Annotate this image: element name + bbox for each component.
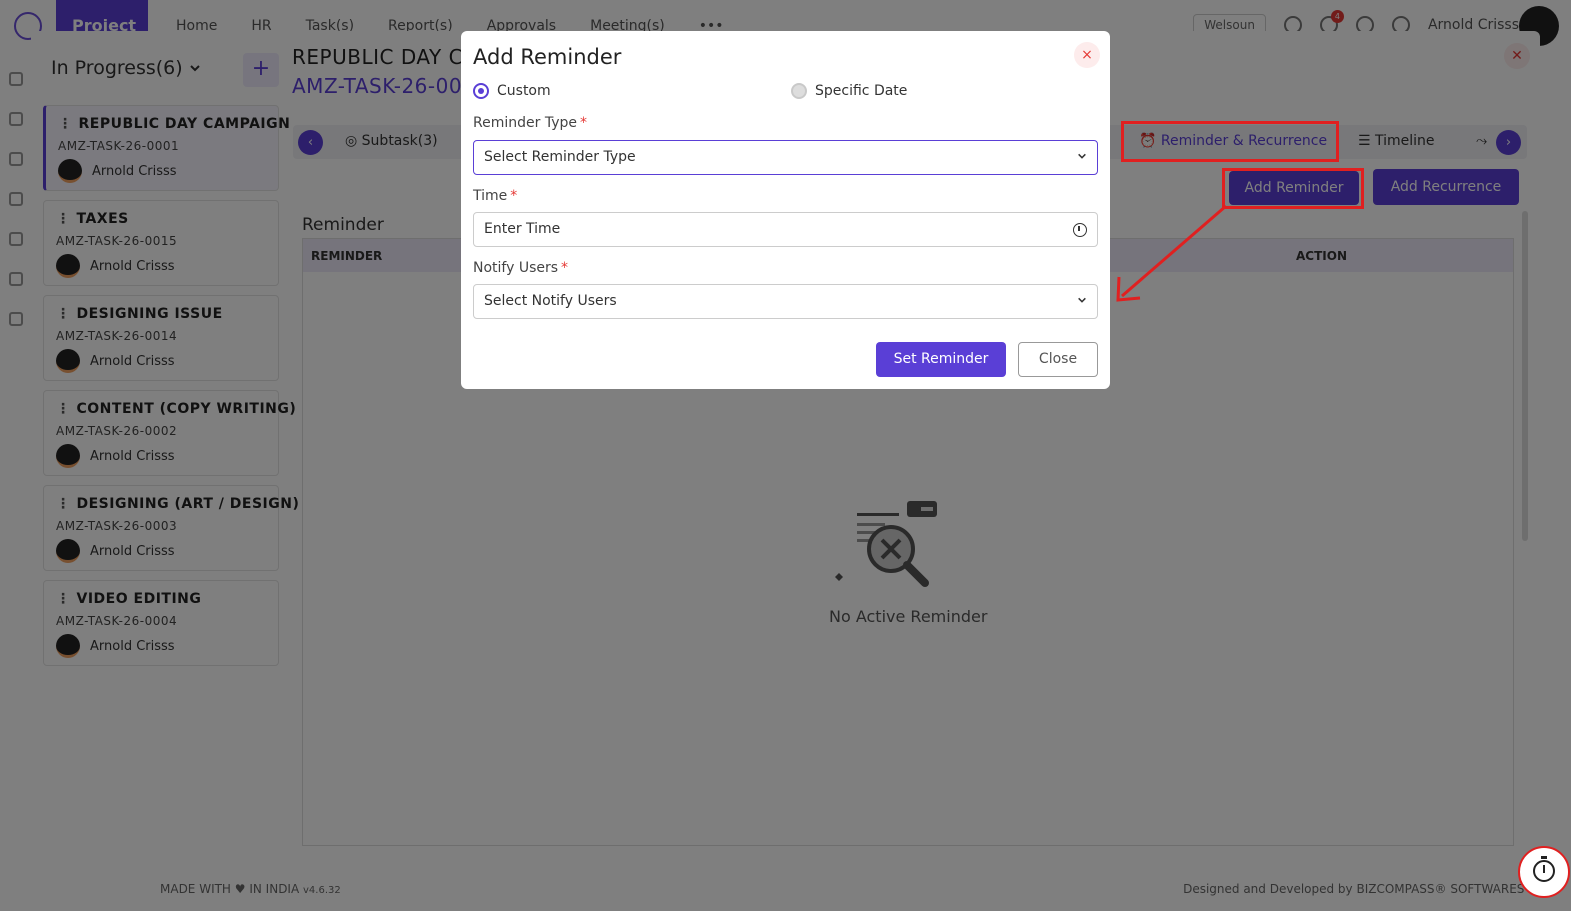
reminder-type-select[interactable]: Select Reminder Type [473, 140, 1098, 175]
radio-specific-date-label: Specific Date [815, 83, 908, 99]
chevron-down-icon [1078, 297, 1086, 303]
radio-custom[interactable]: Custom [473, 83, 551, 99]
radio-button[interactable] [791, 83, 807, 99]
radio-custom-label: Custom [497, 83, 551, 99]
time-input[interactable]: Enter Time [473, 212, 1098, 247]
modal-title: Add Reminder [473, 45, 622, 69]
reminder-type-placeholder: Select Reminder Type [484, 149, 636, 165]
reminder-type-label: Reminder Type * [473, 115, 587, 131]
radio-button[interactable] [473, 83, 489, 99]
notify-users-label: Notify Users * [473, 260, 569, 276]
notify-users-select[interactable]: Select Notify Users [473, 284, 1098, 319]
time-label: Time * [473, 188, 518, 204]
radio-specific-date[interactable]: Specific Date [791, 83, 907, 99]
set-reminder-button[interactable]: Set Reminder [876, 342, 1006, 377]
chevron-down-icon [1078, 153, 1086, 159]
clock-icon[interactable] [1073, 223, 1087, 237]
modal-close-icon[interactable]: × [1074, 42, 1100, 68]
time-placeholder: Enter Time [484, 221, 561, 237]
notify-users-placeholder: Select Notify Users [484, 293, 617, 309]
close-button[interactable]: Close [1018, 342, 1098, 377]
add-reminder-modal: Add Reminder × Custom Specific Date Remi… [461, 31, 1110, 389]
